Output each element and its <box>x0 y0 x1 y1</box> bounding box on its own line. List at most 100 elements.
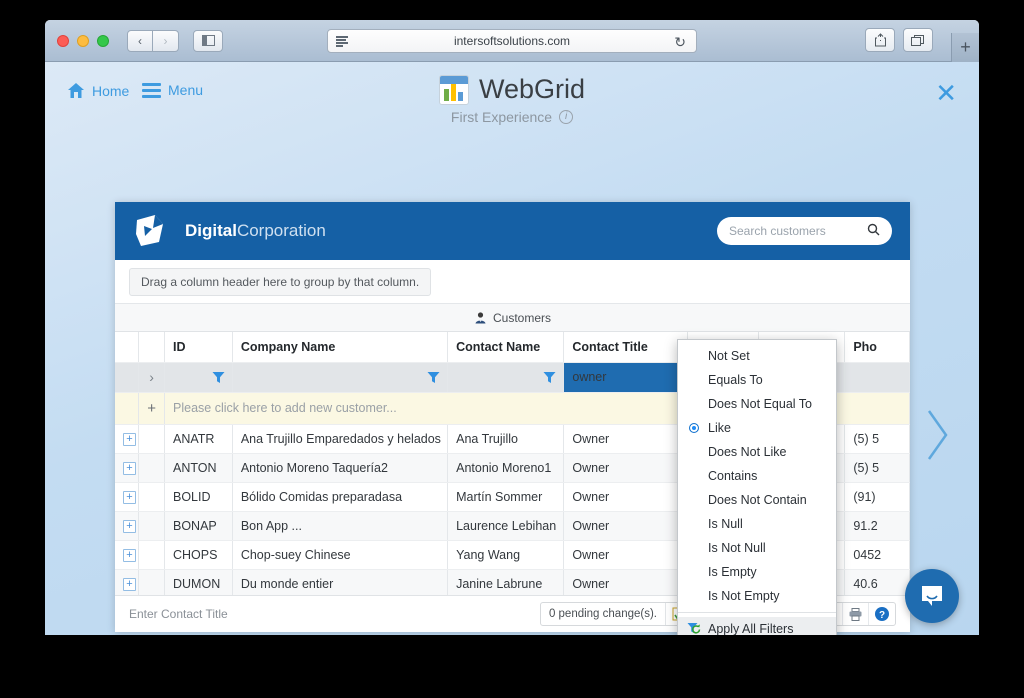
column-header-contact-title[interactable]: Contact Title <box>563 332 689 363</box>
filter-cell-id[interactable] <box>164 362 233 393</box>
column-header-contact-name[interactable]: Contact Name <box>447 332 565 363</box>
help-button[interactable]: ? <box>869 603 895 625</box>
close-window-button[interactable] <box>57 34 69 47</box>
filter-cell-phone[interactable] <box>844 362 910 393</box>
reload-icon[interactable]: ↻ <box>674 34 686 51</box>
row-select-cell[interactable] <box>138 540 165 570</box>
cell-contact-name[interactable]: Laurence Lebihan <box>447 511 565 541</box>
row-select-cell[interactable] <box>138 482 165 512</box>
maximize-window-button[interactable] <box>97 34 109 47</box>
cell-id[interactable]: ANATR <box>164 424 233 454</box>
cell-contact-title[interactable]: Owner <box>563 569 689 599</box>
filter-funnel-icon[interactable] <box>212 371 225 384</box>
info-icon[interactable]: i <box>559 110 574 124</box>
row-expander-cell[interactable]: + <box>115 569 140 599</box>
cell-company-name[interactable]: Bólido Comidas preparadasa <box>232 482 449 512</box>
cell-contact-name[interactable]: Ana Trujillo <box>447 424 565 454</box>
reader-view-icon[interactable] <box>336 36 348 47</box>
menu-item-is-empty[interactable]: Is Empty <box>678 560 836 584</box>
filter-funnel-icon[interactable] <box>427 371 440 384</box>
show-tabs-button[interactable] <box>903 28 933 52</box>
cell-phone[interactable]: 91.2 <box>844 511 910 541</box>
menu-item-equals-to[interactable]: Equals To <box>678 368 836 392</box>
toolbar-right-buttons[interactable] <box>865 28 933 52</box>
cell-phone[interactable]: (5) 5 <box>844 424 910 454</box>
cell-contact-title[interactable]: Owner <box>563 453 689 483</box>
menu-item-contains[interactable]: Contains <box>678 464 836 488</box>
cell-id[interactable]: BOLID <box>164 482 233 512</box>
filter-operator-context-menu[interactable]: Not Set Equals To Does Not Equal To Like… <box>677 339 837 635</box>
navigation-buttons[interactable]: ‹ › <box>127 29 179 52</box>
new-tab-button[interactable]: + <box>951 33 979 62</box>
expand-row-icon[interactable]: + <box>123 520 136 533</box>
column-header-id[interactable]: ID <box>164 332 233 363</box>
cell-phone[interactable]: (91) <box>844 482 910 512</box>
cell-id[interactable]: ANTON <box>164 453 233 483</box>
row-select-cell[interactable] <box>138 511 165 541</box>
cell-company-name[interactable]: Ana Trujillo Emparedados y helados <box>232 424 449 454</box>
cell-contact-title[interactable]: Owner <box>563 424 689 454</box>
menu-item-like[interactable]: Like <box>678 416 836 440</box>
cell-phone[interactable]: (5) 5 <box>844 453 910 483</box>
menu-item-is-not-null[interactable]: Is Not Null <box>678 536 836 560</box>
expand-row-icon[interactable]: + <box>123 433 136 446</box>
filter-funnel-icon[interactable] <box>543 371 556 384</box>
cell-contact-name[interactable]: Janine Labrune <box>447 569 565 599</box>
add-new-row-button[interactable]: + <box>138 392 165 425</box>
forward-button[interactable]: › <box>153 29 179 52</box>
filter-cell-company-name[interactable] <box>232 362 449 393</box>
row-expander-cell[interactable]: + <box>115 482 140 512</box>
expand-row-icon[interactable]: + <box>123 578 136 591</box>
row-expand-arrow-cell[interactable]: › <box>138 362 165 393</box>
menu-item-does-not-like[interactable]: Does Not Like <box>678 440 836 464</box>
cell-id[interactable]: CHOPS <box>164 540 233 570</box>
cell-contact-title[interactable]: Owner <box>563 482 689 512</box>
menu-item-does-not-contain[interactable]: Does Not Contain <box>678 488 836 512</box>
column-header-phone[interactable]: Pho <box>844 332 910 363</box>
column-header-company-name[interactable]: Company Name <box>232 332 449 363</box>
address-bar[interactable]: intersoftsolutions.com ↻ <box>327 29 697 53</box>
search-customers-input[interactable]: Search customers <box>717 217 892 245</box>
cell-company-name[interactable]: Chop-suey Chinese <box>232 540 449 570</box>
row-expander-cell[interactable]: + <box>115 424 140 454</box>
row-expander-cell[interactable]: + <box>115 453 140 483</box>
cell-contact-title[interactable]: Owner <box>563 540 689 570</box>
row-select-cell[interactable] <box>138 424 165 454</box>
window-controls[interactable] <box>57 34 109 47</box>
row-select-cell[interactable] <box>138 569 165 599</box>
sidebar-toggle-button[interactable] <box>193 29 223 52</box>
menu-item-is-not-empty[interactable]: Is Not Empty <box>678 584 836 608</box>
menu-item-does-not-equal-to[interactable]: Does Not Equal To <box>678 392 836 416</box>
row-select-cell[interactable] <box>138 453 165 483</box>
close-demo-button[interactable]: ✕ <box>935 80 957 106</box>
group-panel[interactable]: Drag a column header here to group by th… <box>115 260 910 304</box>
cell-contact-name[interactable]: Martín Sommer <box>447 482 565 512</box>
filter-cell-contact-title[interactable]: owner <box>563 362 689 393</box>
cell-phone[interactable]: 40.6 <box>844 569 910 599</box>
cell-id[interactable]: DUMON <box>164 569 233 599</box>
cell-contact-name[interactable]: Yang Wang <box>447 540 565 570</box>
menu-item-is-null[interactable]: Is Null <box>678 512 836 536</box>
minimize-window-button[interactable] <box>77 34 89 47</box>
expand-row-icon[interactable]: + <box>123 549 136 562</box>
share-button[interactable] <box>865 28 895 52</box>
cell-company-name[interactable]: Bon App ... <box>232 511 449 541</box>
search-icon[interactable] <box>867 223 880 239</box>
cell-phone[interactable]: 0452 <box>844 540 910 570</box>
menu-item-apply-all-filters[interactable]: Apply All Filters <box>678 617 836 635</box>
row-expander-cell[interactable]: + <box>115 540 140 570</box>
chat-launcher-button[interactable] <box>905 569 959 623</box>
cell-company-name[interactable]: Antonio Moreno Taquería2 <box>232 453 449 483</box>
expand-row-icon[interactable]: + <box>123 462 136 475</box>
next-page-chevron-button[interactable] <box>925 407 951 463</box>
filter-cell-contact-name[interactable] <box>447 362 565 393</box>
expand-row-icon[interactable]: + <box>123 491 136 504</box>
cell-company-name[interactable]: Du monde entier <box>232 569 449 599</box>
cell-contact-name[interactable]: Antonio Moreno1 <box>447 453 565 483</box>
cell-id[interactable]: BONAP <box>164 511 233 541</box>
print-button[interactable] <box>843 603 869 625</box>
cell-contact-title[interactable]: Owner <box>563 511 689 541</box>
row-expander-cell[interactable]: + <box>115 511 140 541</box>
menu-item-not-set[interactable]: Not Set <box>678 344 836 368</box>
back-button[interactable]: ‹ <box>127 29 153 52</box>
